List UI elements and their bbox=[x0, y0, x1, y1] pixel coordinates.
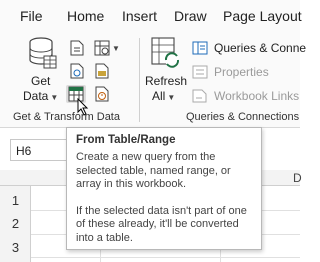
tab-insert[interactable]: Insert bbox=[122, 8, 157, 24]
web-document-icon bbox=[70, 63, 84, 79]
database-icon bbox=[29, 37, 57, 69]
get-data-button[interactable]: Get Data ▼ bbox=[22, 36, 62, 106]
column-header-d[interactable]: D bbox=[293, 171, 302, 185]
document-icon bbox=[70, 40, 84, 56]
tooltip-from-table-range: From Table/Range Create a new query from… bbox=[66, 127, 262, 250]
tooltip-paragraph-1: Create a new query from the selected tab… bbox=[76, 151, 231, 190]
grid-icon bbox=[94, 40, 110, 56]
get-data-label-2: Data ▼ bbox=[23, 89, 59, 103]
ribbon: Get Data ▼ ▼ Get & Transform Data Refres… bbox=[0, 32, 306, 128]
refresh-all-button[interactable]: Refresh All ▼ bbox=[144, 36, 188, 106]
tab-draw[interactable]: Draw bbox=[174, 8, 207, 24]
from-text-csv-button[interactable] bbox=[67, 39, 87, 57]
refresh-all-label-1: Refresh bbox=[145, 74, 188, 88]
queries-connections-label: Queries & Conne bbox=[214, 41, 307, 55]
name-box[interactable]: H6 bbox=[10, 139, 70, 161]
tab-file[interactable]: File bbox=[20, 8, 43, 24]
tooltip-paragraph-2: If the selected data isn't part of one o… bbox=[76, 204, 247, 244]
queries-connections-button[interactable]: Queries & Conne bbox=[191, 38, 306, 58]
menu-bar: File Home Insert Draw Page Layout bbox=[0, 0, 302, 32]
refresh-all-label-2: All ▼ bbox=[152, 89, 176, 103]
tooltip-body: Create a new query from the selected tab… bbox=[76, 151, 252, 245]
row-header-2[interactable]: 2 bbox=[0, 216, 31, 234]
properties-button[interactable]: Properties bbox=[191, 62, 269, 82]
picture-document-icon bbox=[95, 63, 109, 79]
properties-label: Properties bbox=[214, 65, 269, 79]
queries-pane-icon bbox=[192, 41, 208, 55]
row-divider bbox=[31, 257, 300, 258]
row-header-3[interactable]: 3 bbox=[0, 240, 31, 258]
workbook-links-button[interactable]: Workbook Links bbox=[191, 86, 299, 106]
workbook-links-label: Workbook Links bbox=[214, 89, 300, 103]
properties-icon bbox=[192, 65, 208, 79]
refresh-icon bbox=[151, 37, 180, 68]
existing-connections-button[interactable] bbox=[92, 62, 112, 80]
row-header-1[interactable]: 1 bbox=[0, 193, 31, 211]
tooltip-title: From Table/Range bbox=[76, 134, 176, 146]
group-label-queries: Queries & Connections bbox=[186, 111, 300, 123]
workbook-links-icon bbox=[192, 89, 207, 103]
from-web-button[interactable] bbox=[67, 62, 87, 80]
get-data-label-1: Get bbox=[31, 74, 51, 88]
tab-home[interactable]: Home bbox=[67, 8, 104, 24]
recent-sources-button[interactable]: ▼ bbox=[92, 39, 122, 57]
recent-sources-clock-button[interactable] bbox=[92, 85, 112, 103]
group-label-get-transform: Get & Transform Data bbox=[13, 111, 120, 123]
clock-document-icon bbox=[95, 86, 109, 102]
tab-page-layout[interactable]: Page Layout bbox=[223, 8, 302, 24]
ribbon-group-divider bbox=[139, 38, 140, 122]
